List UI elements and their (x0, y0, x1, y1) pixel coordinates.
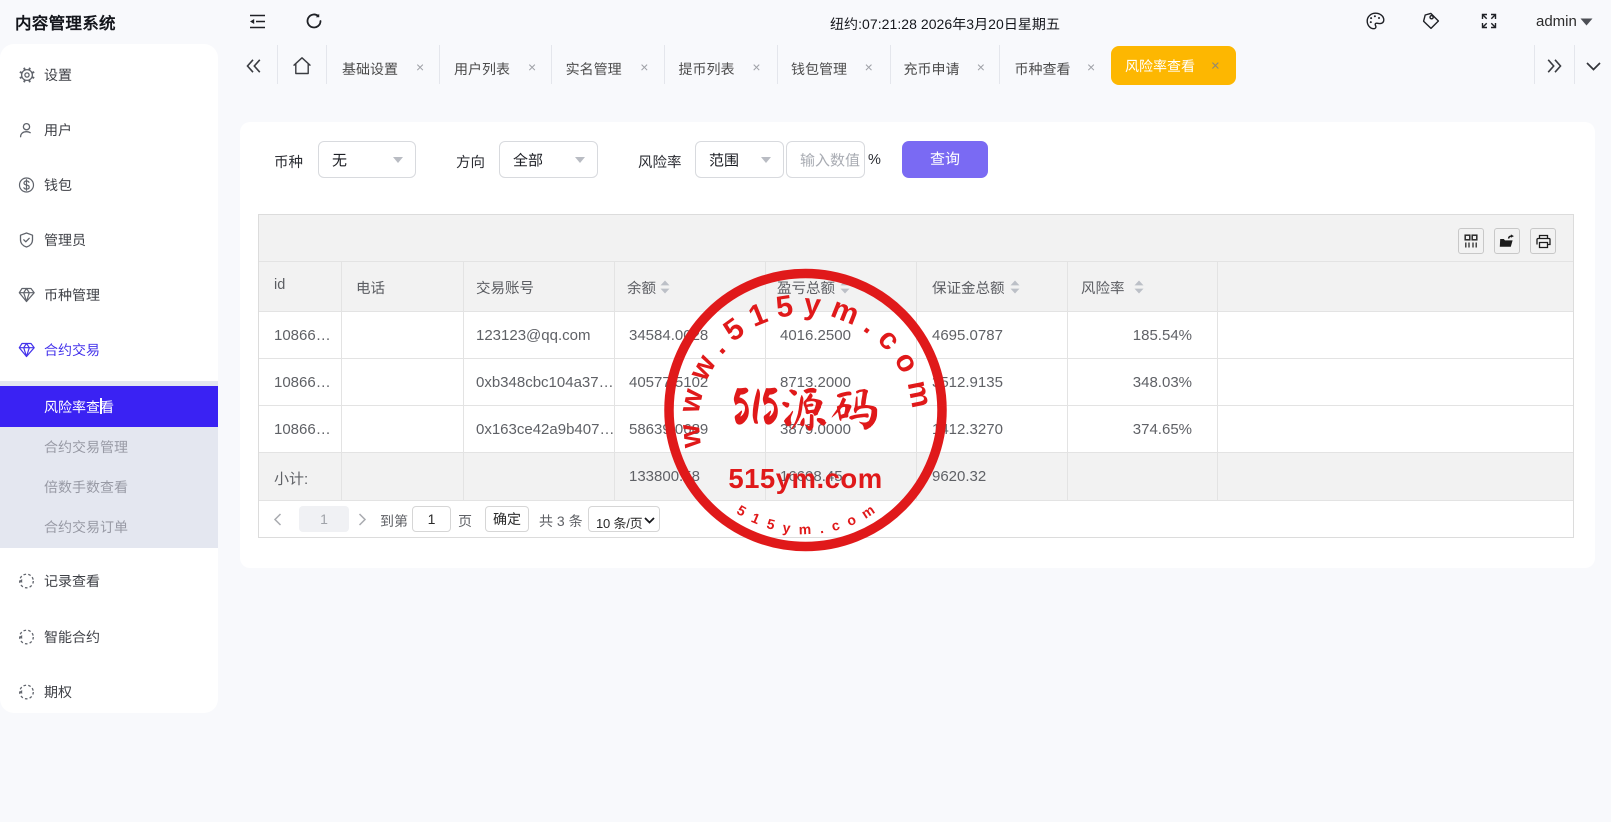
svg-text:515ym.com: 515ym.com (728, 463, 882, 494)
svg-text:515源码: 515源码 (732, 383, 880, 433)
